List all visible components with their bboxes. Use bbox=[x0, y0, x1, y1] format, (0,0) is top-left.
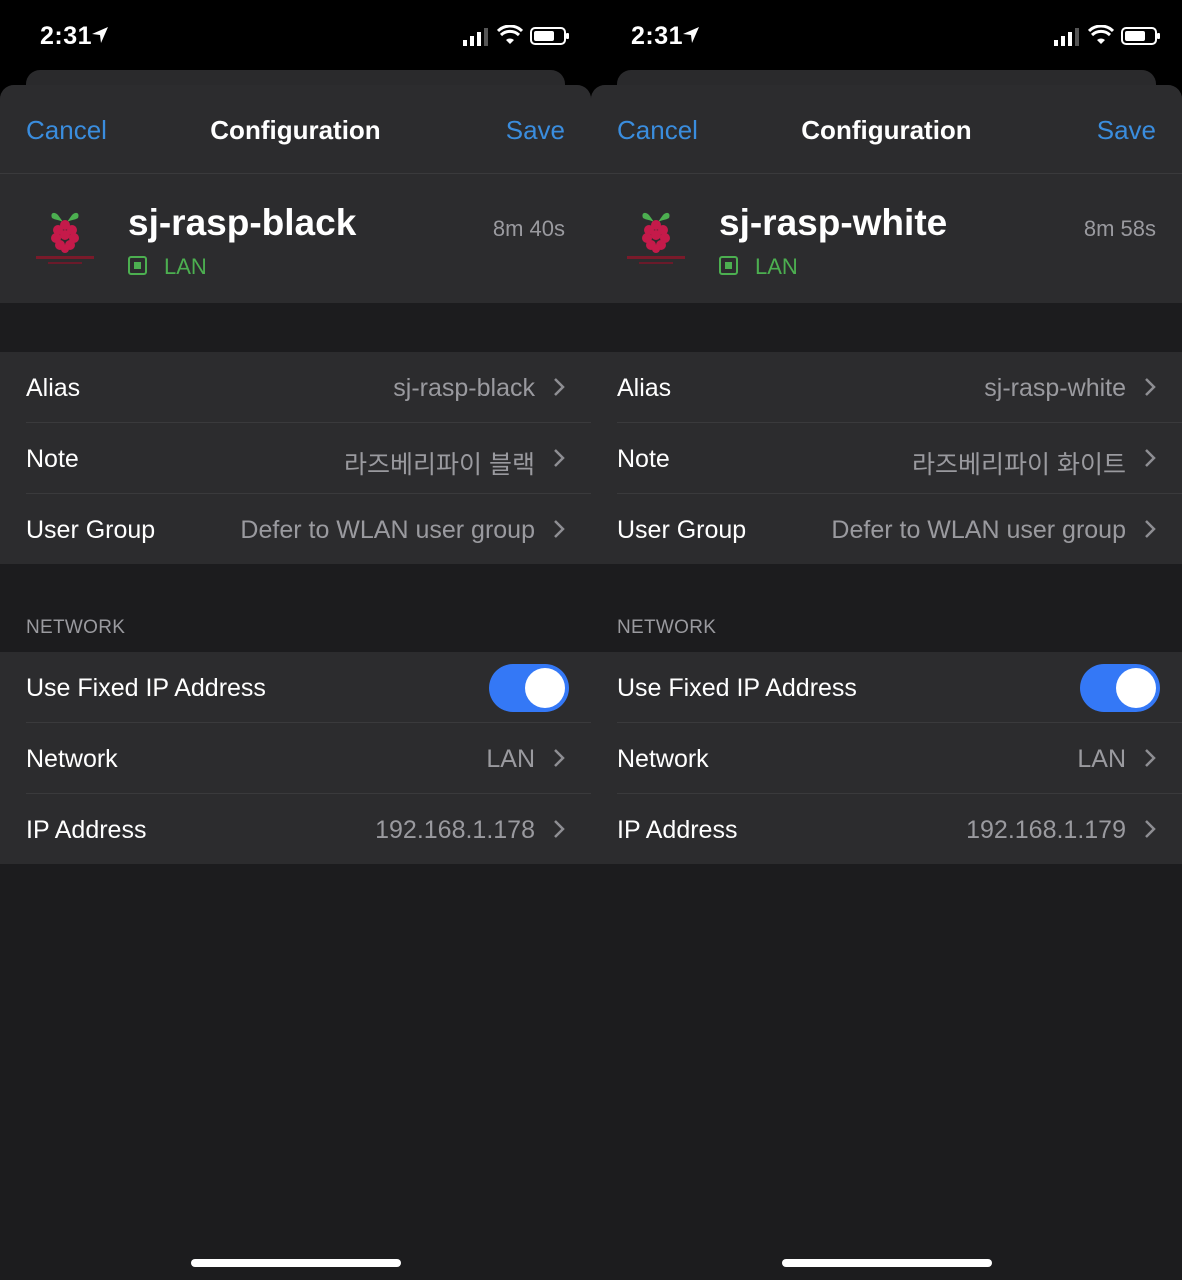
status-time: 2:31 bbox=[40, 22, 93, 50]
configuration-sheet: Cancel Configuration Save sj-rasp-white … bbox=[591, 85, 1182, 1280]
general-settings-group: Alias sj-rasp-white Note 라즈베리파이 화이트 User… bbox=[591, 352, 1182, 564]
note-value: 라즈베리파이 블랙 bbox=[344, 451, 535, 479]
fixed-ip-row: Use Fixed IP Address bbox=[0, 652, 591, 723]
alias-value: sj-rasp-white bbox=[984, 374, 1126, 402]
note-row[interactable]: Note 라즈베리파이 화이트 bbox=[591, 423, 1182, 494]
chevron-right-icon bbox=[1145, 749, 1156, 767]
alias-row[interactable]: Alias sj-rasp-white bbox=[591, 352, 1182, 423]
fixed-ip-label: Use Fixed IP Address bbox=[617, 674, 857, 702]
ip-address-row[interactable]: IP Address 192.168.1.178 bbox=[0, 794, 591, 865]
general-settings-group: Alias sj-rasp-black Note 라즈베리파이 블랙 User … bbox=[0, 352, 591, 564]
phone-screen-left: 2:31 Cancel Configuration Save sj-rasp-b… bbox=[0, 0, 591, 1280]
connection-type: LAN bbox=[164, 254, 207, 279]
battery-icon bbox=[1121, 27, 1160, 45]
toggle-knob bbox=[525, 668, 565, 708]
chevron-right-icon bbox=[1145, 820, 1156, 838]
raspberry-pi-icon bbox=[627, 212, 685, 264]
device-header: sj-rasp-white 8m 58s LAN bbox=[591, 174, 1182, 303]
user-group-value: Defer to WLAN user group bbox=[240, 516, 535, 544]
cellular-signal-icon bbox=[1054, 28, 1079, 46]
ethernet-port-icon bbox=[719, 256, 738, 275]
network-label: Network bbox=[26, 745, 118, 773]
phone-screen-right: 2:31 Cancel Configuration Save sj-rasp-w… bbox=[591, 0, 1182, 1280]
toggle-knob bbox=[1116, 668, 1156, 708]
device-header: sj-rasp-black 8m 40s LAN bbox=[0, 174, 591, 303]
connection-type: LAN bbox=[755, 254, 798, 279]
ip-address-value: 192.168.1.179 bbox=[966, 816, 1126, 844]
ip-address-row[interactable]: IP Address 192.168.1.179 bbox=[591, 794, 1182, 865]
chevron-right-icon bbox=[1145, 449, 1156, 467]
note-label: Note bbox=[617, 445, 670, 473]
chevron-right-icon bbox=[1145, 378, 1156, 396]
network-row[interactable]: Network LAN bbox=[0, 723, 591, 794]
alias-row[interactable]: Alias sj-rasp-black bbox=[0, 352, 591, 423]
network-section-header: NETWORK bbox=[26, 617, 126, 638]
status-bar: 2:31 bbox=[591, 0, 1182, 70]
location-arrow-icon bbox=[683, 27, 699, 43]
ethernet-port-icon bbox=[128, 256, 147, 275]
note-value: 라즈베리파이 화이트 bbox=[912, 451, 1126, 479]
page-title: Configuration bbox=[801, 115, 972, 145]
device-name: sj-rasp-black bbox=[128, 202, 357, 243]
chevron-right-icon bbox=[1145, 520, 1156, 538]
network-row[interactable]: Network LAN bbox=[591, 723, 1182, 794]
chevron-right-icon bbox=[554, 820, 565, 838]
alias-label: Alias bbox=[26, 374, 81, 402]
chevron-right-icon bbox=[554, 520, 565, 538]
cellular-signal-icon bbox=[463, 28, 488, 46]
nav-bar: Cancel Configuration Save bbox=[0, 85, 591, 174]
alias-value: sj-rasp-black bbox=[393, 374, 535, 402]
network-settings-group: Use Fixed IP Address Network LAN IP Addr… bbox=[591, 652, 1182, 864]
status-bar: 2:31 bbox=[0, 0, 591, 70]
fixed-ip-toggle[interactable] bbox=[1080, 664, 1160, 712]
chevron-right-icon bbox=[554, 378, 565, 396]
fixed-ip-toggle[interactable] bbox=[489, 664, 569, 712]
status-time: 2:31 bbox=[631, 22, 684, 50]
device-uptime: 8m 40s bbox=[492, 216, 565, 241]
note-row[interactable]: Note 라즈베리파이 블랙 bbox=[0, 423, 591, 494]
network-label: Network bbox=[617, 745, 709, 773]
alias-label: Alias bbox=[617, 374, 672, 402]
chevron-right-icon bbox=[554, 749, 565, 767]
fixed-ip-row: Use Fixed IP Address bbox=[591, 652, 1182, 723]
page-title: Configuration bbox=[210, 115, 381, 145]
user-group-value: Defer to WLAN user group bbox=[831, 516, 1126, 544]
fixed-ip-label: Use Fixed IP Address bbox=[26, 674, 266, 702]
device-name: sj-rasp-white bbox=[719, 202, 948, 243]
chevron-right-icon bbox=[554, 449, 565, 467]
nav-bar: Cancel Configuration Save bbox=[591, 85, 1182, 174]
network-value: LAN bbox=[486, 745, 535, 773]
network-value: LAN bbox=[1077, 745, 1126, 773]
user-group-row[interactable]: User Group Defer to WLAN user group bbox=[591, 494, 1182, 565]
wifi-icon bbox=[1088, 25, 1114, 44]
ip-address-label: IP Address bbox=[617, 816, 738, 844]
wifi-icon bbox=[497, 25, 523, 44]
home-indicator[interactable] bbox=[782, 1259, 992, 1267]
home-indicator[interactable] bbox=[191, 1259, 401, 1267]
battery-icon bbox=[530, 27, 569, 45]
user-group-label: User Group bbox=[617, 516, 747, 544]
network-section-header: NETWORK bbox=[617, 617, 717, 638]
device-uptime: 8m 58s bbox=[1083, 216, 1156, 241]
raspberry-pi-icon bbox=[36, 212, 94, 264]
location-arrow-icon bbox=[92, 27, 108, 43]
ip-address-label: IP Address bbox=[26, 816, 147, 844]
save-button[interactable]: Save bbox=[1097, 115, 1156, 146]
save-button[interactable]: Save bbox=[506, 115, 565, 146]
network-settings-group: Use Fixed IP Address Network LAN IP Addr… bbox=[0, 652, 591, 864]
ip-address-value: 192.168.1.178 bbox=[375, 816, 535, 844]
note-label: Note bbox=[26, 445, 79, 473]
configuration-sheet: Cancel Configuration Save sj-rasp-black … bbox=[0, 85, 591, 1280]
user-group-label: User Group bbox=[26, 516, 156, 544]
user-group-row[interactable]: User Group Defer to WLAN user group bbox=[0, 494, 591, 565]
